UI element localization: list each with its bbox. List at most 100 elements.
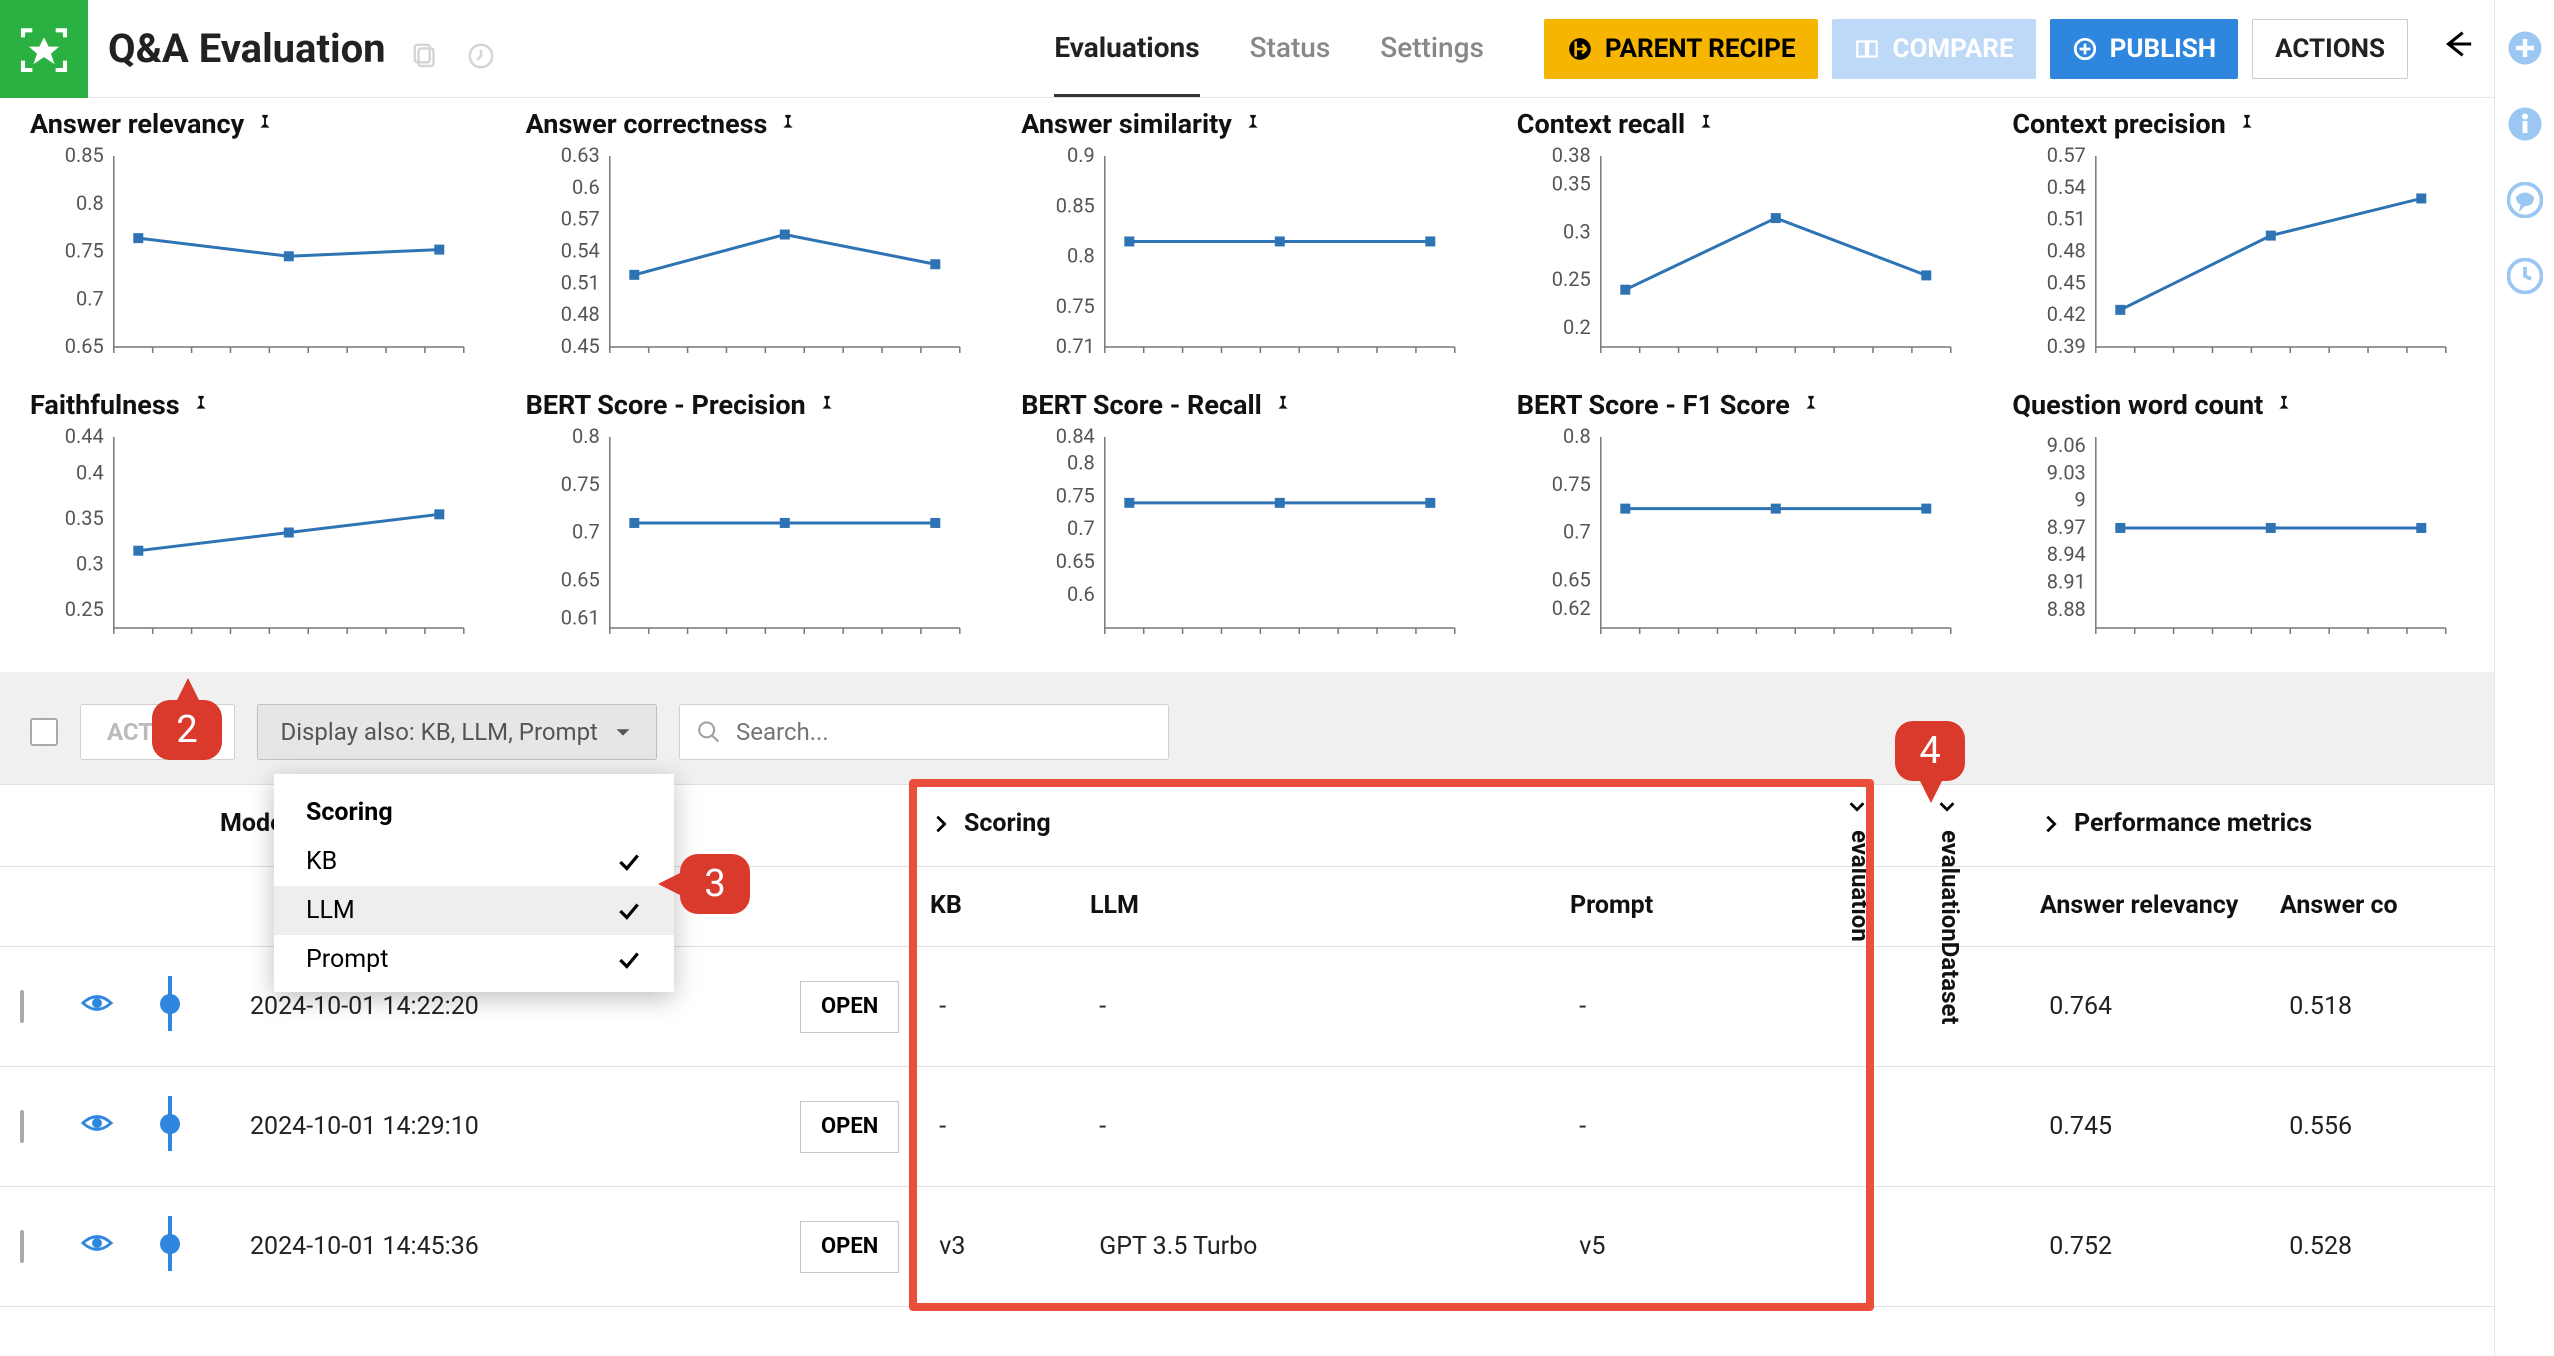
- svg-text:9.03: 9.03: [2047, 460, 2086, 484]
- chevron-down-icon: [612, 721, 634, 743]
- pin-icon[interactable]: [1800, 394, 1822, 416]
- open-button[interactable]: OPEN: [800, 1101, 899, 1153]
- visibility-icon[interactable]: [60, 1082, 140, 1171]
- svg-text:0.54: 0.54: [2047, 175, 2086, 199]
- table-row: 2024-10-01 14:29:10 OPEN - - - 0.745 0.5…: [0, 1067, 2494, 1187]
- pin-icon[interactable]: [2273, 394, 2295, 416]
- tab-evaluations[interactable]: Evaluations: [1054, 1, 1199, 97]
- dropdown-heading: Scoring: [274, 788, 674, 837]
- svg-text:0.8: 0.8: [572, 427, 600, 448]
- mini-chart: Answer similarity 0.710.750.80.850.9: [1021, 108, 1473, 371]
- timeline-dot-icon: [160, 994, 180, 1014]
- svg-text:0.8: 0.8: [1563, 427, 1591, 448]
- svg-text:0.84: 0.84: [1056, 427, 1095, 448]
- scoring-llm-header: LLM: [1070, 867, 1550, 946]
- performance-metrics-header[interactable]: Performance metrics: [2040, 809, 2474, 838]
- svg-text:0.48: 0.48: [2047, 239, 2086, 263]
- display-also-dropdown[interactable]: Display also: KB, LLM, Prompt: [257, 704, 657, 760]
- svg-text:8.97: 8.97: [2047, 515, 2086, 539]
- select-all-checkbox[interactable]: [30, 718, 58, 746]
- svg-text:0.51: 0.51: [2047, 207, 2086, 231]
- chevron-down-icon[interactable]: [1846, 795, 1868, 817]
- svg-text:8.94: 8.94: [2047, 542, 2086, 566]
- refresh-icon[interactable]: [466, 34, 496, 64]
- dropdown-item[interactable]: LLM: [274, 886, 674, 935]
- chart-title: Context precision: [2012, 108, 2225, 140]
- chevron-right-icon: [2040, 813, 2062, 835]
- kb-cell: -: [919, 968, 1079, 1045]
- compare-button[interactable]: COMPARE: [1832, 19, 2035, 79]
- chart-title: BERT Score - Precision: [526, 389, 806, 421]
- chevron-right-icon: [930, 813, 952, 835]
- history-icon[interactable]: [2507, 258, 2543, 294]
- copy-icon[interactable]: [411, 34, 441, 64]
- dropdown-item[interactable]: Prompt: [274, 935, 674, 984]
- chat-icon[interactable]: [2507, 182, 2543, 218]
- tab-status[interactable]: Status: [1250, 1, 1331, 97]
- svg-text:0.63: 0.63: [560, 146, 599, 167]
- row-checkbox[interactable]: [20, 990, 24, 1023]
- pin-icon[interactable]: [254, 113, 276, 135]
- svg-text:0.65: 0.65: [65, 334, 104, 358]
- charts-grid: Answer relevancy 0.650.70.750.80.85 Answ…: [0, 98, 2494, 672]
- pin-icon[interactable]: [816, 394, 838, 416]
- pin-icon[interactable]: [190, 394, 212, 416]
- row-checkbox[interactable]: [20, 1110, 24, 1143]
- dropdown-item[interactable]: KB: [274, 837, 674, 886]
- svg-text:8.88: 8.88: [2047, 597, 2086, 621]
- svg-text:0.4: 0.4: [76, 460, 104, 484]
- open-button[interactable]: OPEN: [800, 981, 899, 1033]
- visibility-icon[interactable]: [60, 962, 140, 1051]
- tab-settings[interactable]: Settings: [1380, 1, 1484, 97]
- table-section: ACTIONS Display also: KB, LLM, Prompt Sc…: [0, 672, 2494, 1307]
- add-icon[interactable]: [2507, 30, 2543, 66]
- svg-text:0.45: 0.45: [2047, 270, 2086, 294]
- pin-icon[interactable]: [2236, 113, 2258, 135]
- pin-icon[interactable]: [1272, 394, 1294, 416]
- answer-relevancy-cell: 0.764: [2029, 968, 2269, 1045]
- page-actions-label: ACTIONS: [2275, 34, 2385, 64]
- svg-text:0.75: 0.75: [1056, 294, 1095, 318]
- prompt-cell: -: [1559, 1088, 1849, 1165]
- publish-button[interactable]: PUBLISH: [2050, 19, 2239, 79]
- right-rail: [2494, 0, 2554, 1356]
- page-actions-button[interactable]: ACTIONS: [2252, 19, 2408, 79]
- svg-text:0.25: 0.25: [1552, 267, 1591, 291]
- pin-icon[interactable]: [777, 113, 799, 135]
- svg-text:0.7: 0.7: [572, 520, 600, 544]
- publish-label: PUBLISH: [2110, 34, 2217, 64]
- answer-correctness-cell: 0.528: [2269, 1208, 2494, 1285]
- llm-cell: GPT 3.5 Turbo: [1079, 1208, 1559, 1285]
- pin-icon[interactable]: [1242, 113, 1264, 135]
- kb-cell: -: [919, 1088, 1079, 1165]
- svg-text:0.65: 0.65: [1552, 567, 1591, 591]
- evaluationdataset-collapsed-header[interactable]: evaluationDataset: [1936, 824, 1964, 1025]
- svg-text:0.8: 0.8: [1067, 244, 1095, 268]
- compare-label: COMPARE: [1892, 34, 2013, 64]
- evaluation-collapsed-header[interactable]: evaluation: [1846, 824, 1874, 942]
- search-box[interactable]: [679, 704, 1169, 760]
- dropdown-item-label: KB: [306, 847, 337, 876]
- scoring-header[interactable]: Scoring: [930, 809, 1820, 838]
- back-arrow-icon[interactable]: [2440, 27, 2474, 71]
- svg-text:0.7: 0.7: [1067, 516, 1095, 540]
- mini-chart: BERT Score - F1 Score 0.620.650.70.750.8: [1517, 389, 1969, 652]
- svg-text:0.75: 0.75: [560, 472, 599, 496]
- search-input[interactable]: [736, 718, 1152, 746]
- svg-text:0.51: 0.51: [560, 270, 599, 294]
- scoring-kb-header: KB: [910, 867, 1070, 946]
- table-row: 2024-10-01 14:45:36 OPEN v3 GPT 3.5 Turb…: [0, 1187, 2494, 1307]
- chart-title: Answer relevancy: [30, 108, 244, 140]
- pin-icon[interactable]: [1695, 113, 1717, 135]
- info-icon[interactable]: [2507, 106, 2543, 142]
- answer-relevancy-header: Answer relevancy: [2020, 867, 2260, 946]
- visibility-icon[interactable]: [60, 1202, 140, 1291]
- parent-recipe-button[interactable]: PARENT RECIPE: [1544, 19, 1819, 79]
- llm-cell: -: [1079, 1088, 1559, 1165]
- row-checkbox[interactable]: [20, 1230, 24, 1263]
- svg-text:0.57: 0.57: [2047, 146, 2086, 167]
- open-button[interactable]: OPEN: [800, 1221, 899, 1273]
- answer-correctness-header: Answer co: [2260, 867, 2494, 946]
- topbar: Q&A Evaluation Evaluations Status Settin…: [0, 0, 2494, 98]
- svg-text:0.75: 0.75: [1552, 472, 1591, 496]
